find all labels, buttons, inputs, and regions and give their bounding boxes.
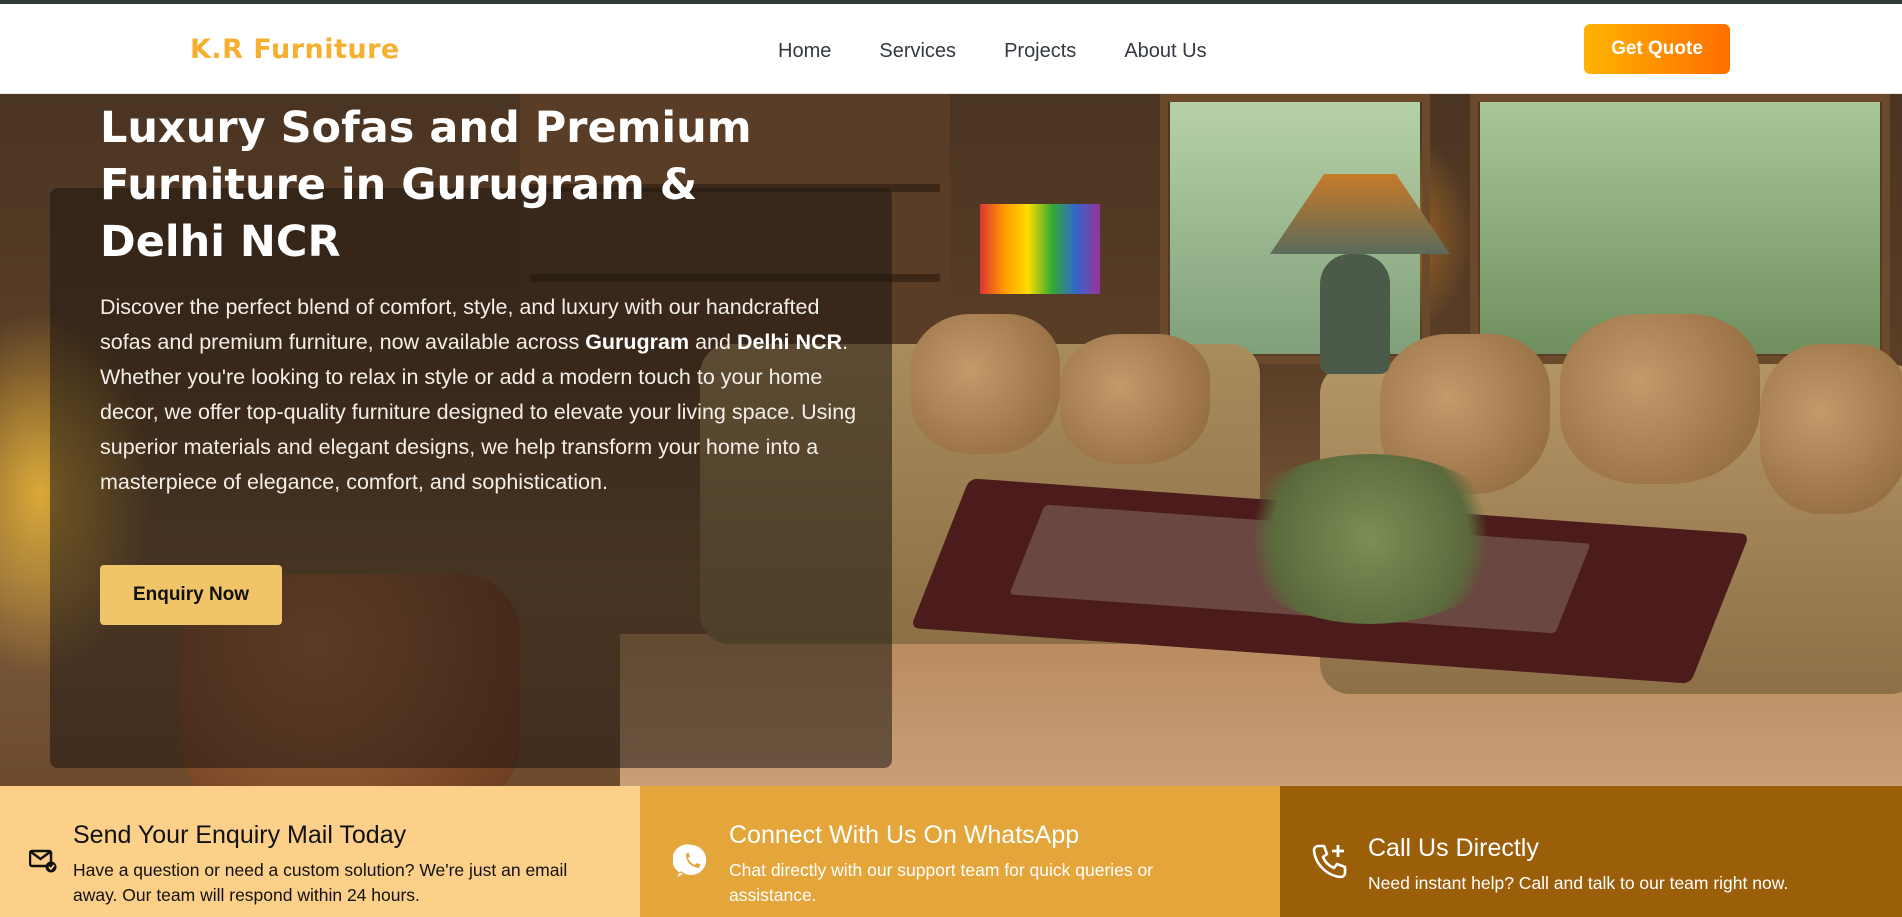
nav-services[interactable]: Services: [879, 40, 956, 63]
whatsapp-card-title: Connect With Us On WhatsApp: [729, 821, 1080, 849]
phone-card-title: Call Us Directly: [1368, 834, 1539, 862]
whatsapp-card-text: Chat directly with our support team for …: [729, 860, 1154, 905]
nav-home[interactable]: Home: [778, 40, 831, 63]
email-card-text: Have a question or need a custom solutio…: [73, 860, 568, 905]
nav-projects[interactable]: Projects: [1004, 40, 1076, 63]
main-nav: Home Services Projects About Us: [778, 40, 1255, 63]
get-quote-button[interactable]: Get Quote: [1584, 24, 1730, 74]
nav-about-us[interactable]: About Us: [1124, 40, 1206, 63]
email-card-title: Send Your Enquiry Mail Today: [73, 821, 407, 849]
hero-description-text: and: [689, 330, 737, 354]
hero-description-text: . Whether you're looking to relax in sty…: [100, 330, 857, 494]
whatsapp-icon: [672, 841, 712, 881]
enquiry-now-button[interactable]: Enquiry Now: [100, 565, 282, 625]
hero-description-region: Delhi NCR: [736, 330, 843, 354]
logo[interactable]: K.R Furniture: [190, 34, 400, 65]
contact-cards: Send Your Enquiry Mail Today Have a ques…: [0, 786, 1902, 917]
email-card[interactable]: Send Your Enquiry Mail Today Have a ques…: [0, 786, 640, 917]
navbar: K.R Furniture Home Services Projects Abo…: [0, 4, 1902, 94]
mail-icon: [28, 846, 58, 876]
phone-card-text: Need instant help? Call and talk to our …: [1368, 873, 1789, 893]
phone-card[interactable]: Call Us Directly Need instant help? Call…: [1280, 786, 1902, 917]
hero-description: Discover the perfect blend of comfort, s…: [100, 290, 860, 500]
phone-add-icon: [1310, 841, 1350, 881]
hero-description-city: Gurugram: [585, 330, 690, 354]
whatsapp-card[interactable]: Connect With Us On WhatsApp Chat directl…: [640, 786, 1280, 917]
hero-title: Luxury Sofas and Premium Furniture in Gu…: [100, 103, 752, 267]
